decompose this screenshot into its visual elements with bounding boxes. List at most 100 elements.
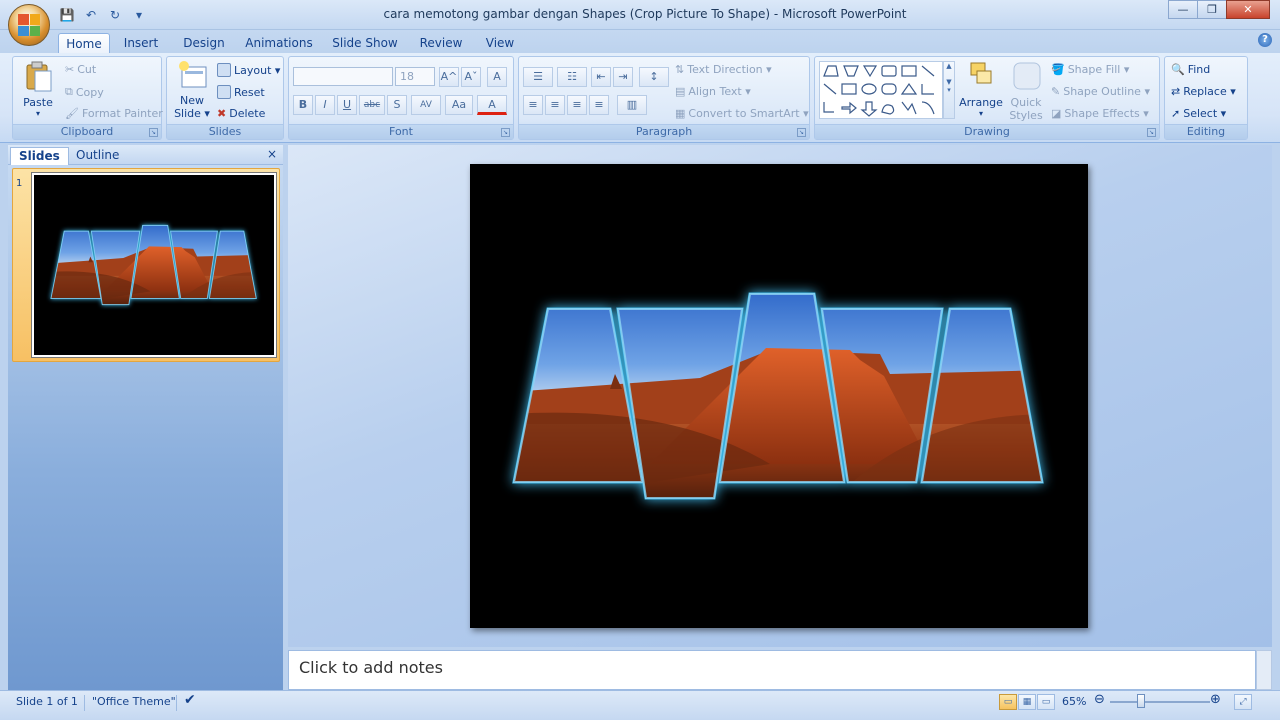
paste-button[interactable]: Paste ▾ [19, 59, 57, 118]
editing-group-label: Editing [1165, 124, 1247, 139]
save-icon[interactable]: 💾 [58, 6, 76, 24]
office-button[interactable] [8, 4, 50, 46]
shrink-font-button[interactable]: Aˇ [461, 67, 481, 87]
numbering-button[interactable]: ☷ [557, 67, 587, 87]
shape-fill-button[interactable]: 🪣 Shape Fill ▾ [1051, 63, 1129, 76]
zoom-level[interactable]: 65% [1062, 695, 1086, 708]
delete-button[interactable]: ✖ Delete [217, 107, 265, 120]
customize-qat-icon[interactable]: ▾ [130, 6, 148, 24]
window-title: cara memotong gambar dengan Shapes (Crop… [383, 7, 907, 21]
shape-outline-label: Shape Outline ▾ [1063, 85, 1150, 98]
layout-button[interactable]: Layout ▾ [217, 63, 280, 77]
tab-review[interactable]: Review [414, 33, 468, 54]
strikethrough-button[interactable]: abc [359, 95, 385, 115]
close-button[interactable]: ✕ [1226, 0, 1270, 19]
notes-scrollbar[interactable] [1256, 650, 1272, 690]
bold-button[interactable]: B [293, 95, 313, 115]
font-launcher-icon[interactable]: ↘ [501, 128, 510, 137]
theme-name[interactable]: "Office Theme" [92, 695, 176, 708]
zoom-in-icon[interactable]: ⊕ [1210, 692, 1221, 707]
cursor-icon: ➚ [1171, 107, 1181, 120]
justify-button[interactable]: ≡ [589, 95, 609, 115]
italic-button[interactable]: I [315, 95, 335, 115]
tab-view[interactable]: View [480, 33, 520, 54]
format-painter-button[interactable]: 🖌 Format Painter [65, 107, 163, 120]
align-right-button[interactable]: ≡ [567, 95, 587, 115]
undo-icon[interactable]: ↶ [82, 6, 100, 24]
shapes-gallery[interactable] [819, 61, 943, 119]
paragraph-launcher-icon[interactable]: ↘ [797, 128, 806, 137]
copy-button[interactable]: ⧉ Copy [65, 85, 104, 99]
tab-design[interactable]: Design [176, 33, 232, 54]
grow-font-button[interactable]: A^ [439, 67, 459, 87]
align-center-button[interactable]: ≡ [545, 95, 565, 115]
arrange-button[interactable]: Arrange ▾ [959, 59, 1003, 118]
effects-icon: ◪ [1051, 107, 1062, 120]
underline-button[interactable]: U [337, 95, 357, 115]
reset-icon [217, 85, 231, 99]
notes-pane[interactable]: Click to add notes [288, 650, 1256, 690]
binoculars-icon: 🔍 [1171, 63, 1185, 76]
zoom-slider[interactable] [1110, 701, 1210, 703]
new-slide-button[interactable]: New Slide ▾ [171, 59, 213, 120]
tab-home[interactable]: Home [58, 33, 110, 54]
font-name-combo[interactable] [293, 67, 393, 86]
repeat-icon[interactable]: ↻ [106, 6, 124, 24]
shapes-gallery-scroll[interactable]: ▲ ▼ ▾ [943, 61, 955, 119]
spelling-check-icon[interactable]: ✔ [184, 692, 196, 708]
slide-canvas[interactable] [470, 164, 1088, 628]
columns-button[interactable]: ▥ [617, 95, 647, 115]
line-spacing-button[interactable]: ↕ [639, 67, 669, 87]
clear-formatting-button[interactable]: A [487, 67, 507, 87]
slide-show-view-button[interactable]: ▭ [1037, 694, 1055, 710]
shape-effects-button[interactable]: ◪ Shape Effects ▾ [1051, 107, 1149, 120]
text-direction-icon: ⇅ [675, 63, 685, 76]
convert-smartart-button[interactable]: ▦ Convert to SmartArt ▾ [675, 107, 809, 120]
reset-button[interactable]: Reset [217, 85, 265, 99]
cut-button[interactable]: ✂ Cut [65, 63, 96, 76]
drawing-launcher-icon[interactable]: ↘ [1147, 128, 1156, 137]
find-button[interactable]: 🔍 Find [1171, 63, 1210, 76]
cut-label: Cut [77, 63, 97, 76]
cropped-desert-picture[interactable] [470, 164, 1088, 628]
change-case-button[interactable]: Aa [445, 95, 473, 115]
close-pane-icon[interactable]: × [267, 147, 277, 161]
zoom-out-icon[interactable]: ⊖ [1094, 692, 1105, 707]
normal-view-button[interactable]: ▭ [999, 694, 1017, 710]
tab-slide-show[interactable]: Slide Show [328, 33, 402, 54]
slide-thumbnail[interactable] [31, 172, 277, 358]
bullets-button[interactable]: ☰ [523, 67, 553, 87]
increase-indent-button[interactable]: ⇥ [613, 67, 633, 87]
fit-to-window-button[interactable]: ⤢ [1234, 694, 1252, 710]
font-size-combo[interactable]: 18 [395, 67, 435, 86]
zoom-slider-thumb[interactable] [1137, 694, 1145, 708]
brush-icon: 🖌 [65, 107, 79, 120]
restore-button[interactable]: ❐ [1197, 0, 1227, 19]
tab-slides[interactable]: Slides [10, 147, 69, 165]
help-icon[interactable]: ? [1258, 33, 1272, 47]
text-shadow-button[interactable]: S [387, 95, 407, 115]
clipboard-group-label: Clipboard [13, 124, 161, 139]
layout-icon [217, 63, 231, 77]
text-direction-button[interactable]: ⇅ Text Direction ▾ [675, 63, 772, 76]
new-slide-label: New [180, 94, 204, 107]
align-text-button[interactable]: ▤ Align Text ▾ [675, 85, 751, 98]
decrease-indent-button[interactable]: ⇤ [591, 67, 611, 87]
minimize-button[interactable]: — [1168, 0, 1198, 19]
select-button[interactable]: ➚ Select ▾ [1171, 107, 1226, 120]
tab-insert[interactable]: Insert [118, 33, 164, 54]
slides-group: New Slide ▾ Layout ▾ Reset ✖ Delete Slide… [166, 56, 284, 140]
font-color-button[interactable]: A [477, 95, 507, 115]
clipboard-launcher-icon[interactable]: ↘ [149, 128, 158, 137]
paste-icon [26, 61, 52, 92]
character-spacing-button[interactable]: AV [411, 95, 441, 115]
arrange-label: Arrange [959, 96, 1003, 109]
shape-effects-label: Shape Effects ▾ [1064, 107, 1149, 120]
shape-outline-button[interactable]: ✎ Shape Outline ▾ [1051, 85, 1150, 98]
tab-animations[interactable]: Animations [244, 33, 314, 54]
replace-button[interactable]: ⇄ Replace ▾ [1171, 85, 1236, 98]
align-left-button[interactable]: ≡ [523, 95, 543, 115]
status-bar: Slide 1 of 1 "Office Theme" ✔ ▭ ▦ ▭ 65% … [0, 690, 1280, 720]
tab-outline[interactable]: Outline [68, 147, 127, 165]
slide-sorter-view-button[interactable]: ▦ [1018, 694, 1036, 710]
